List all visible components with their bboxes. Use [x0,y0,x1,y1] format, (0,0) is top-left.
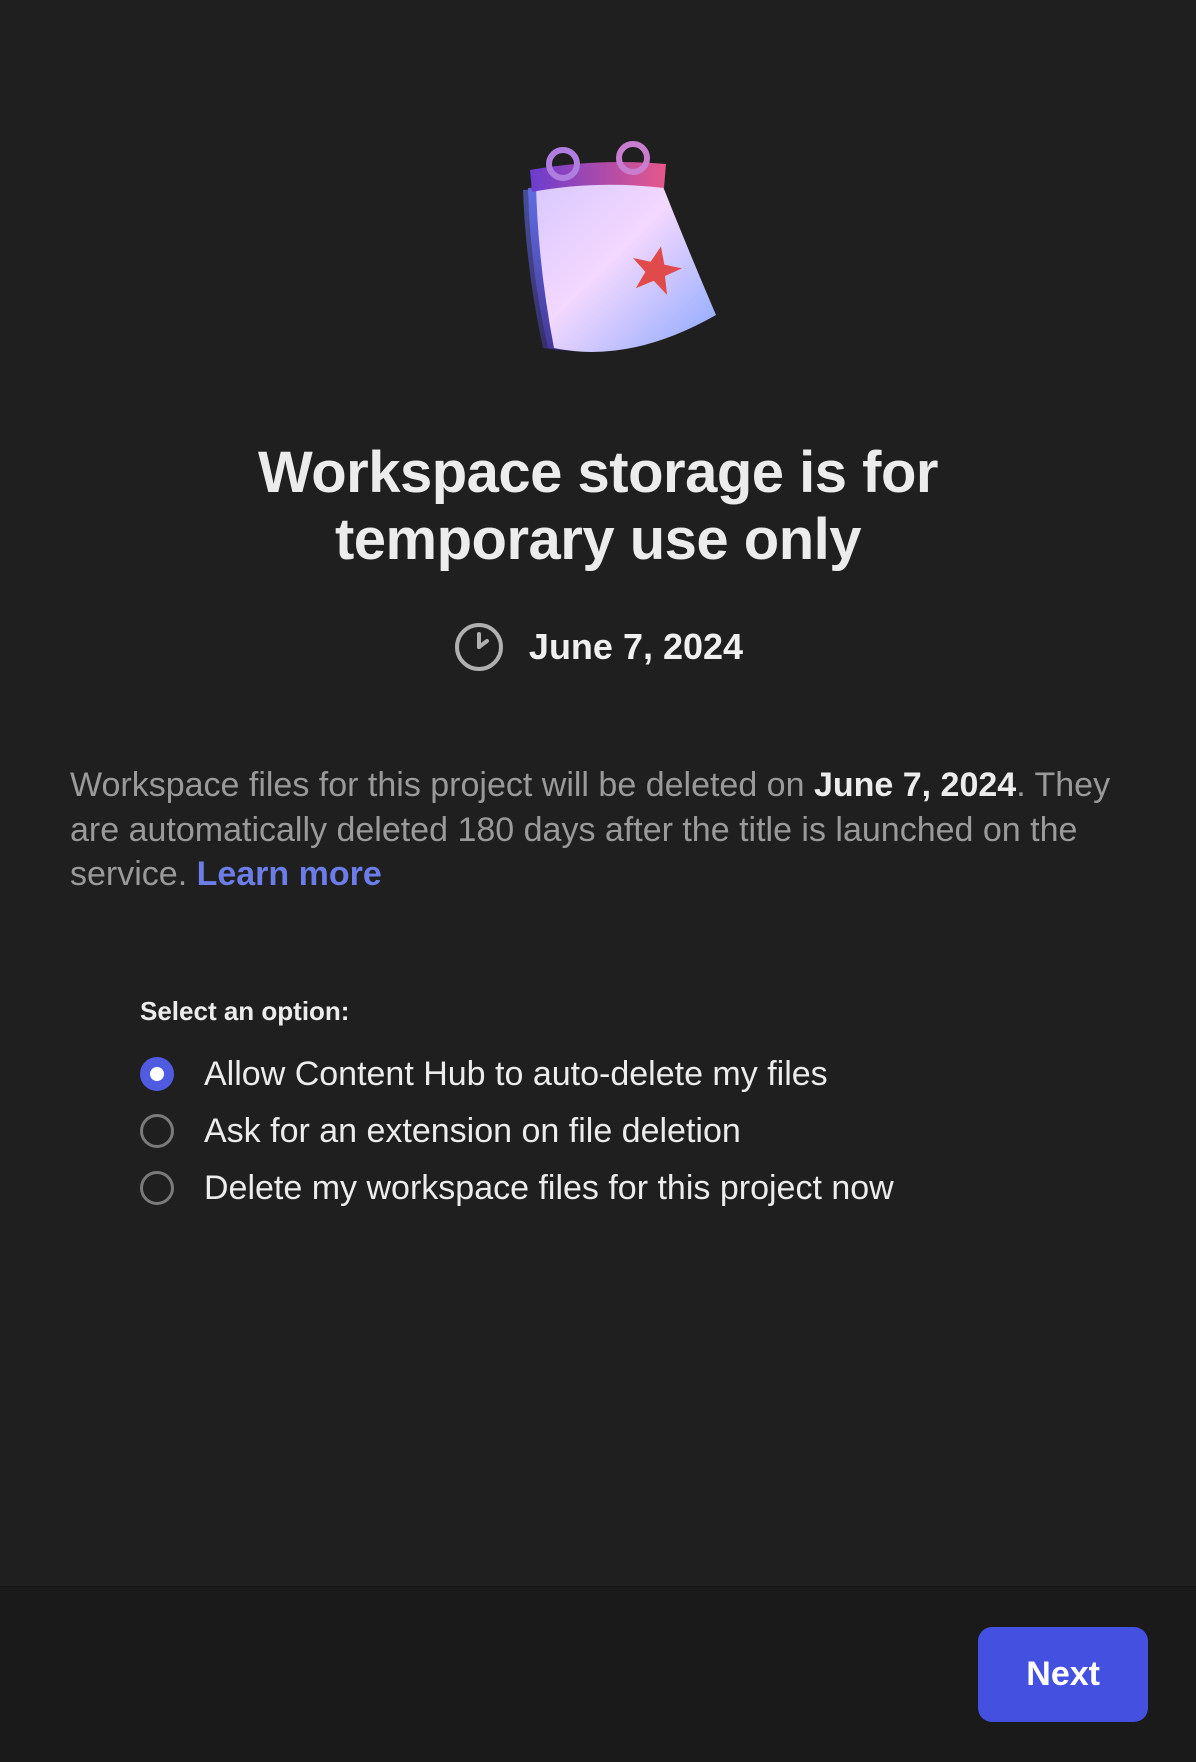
option-auto-delete[interactable]: Allow Content Hub to auto-delete my file… [140,1055,1126,1094]
option-label: Ask for an extension on file deletion [204,1112,741,1151]
learn-more-link[interactable]: Learn more [197,855,382,893]
option-label: Delete my workspace files for this proje… [204,1169,894,1208]
option-label: Allow Content Hub to auto-delete my file… [204,1055,828,1094]
dialog-footer: Next [0,1586,1196,1762]
radio-icon [140,1171,174,1205]
next-button[interactable]: Next [978,1627,1148,1722]
date-row: June 7, 2024 [453,621,743,673]
option-delete-now[interactable]: Delete my workspace files for this proje… [140,1169,1126,1208]
dialog-content: Workspace storage is for temporary use o… [0,0,1196,1586]
dialog-title: Workspace storage is for temporary use o… [148,440,1048,573]
radio-icon [140,1114,174,1148]
calendar-icon [458,120,738,400]
options-group: Select an option: Allow Content Hub to a… [70,996,1126,1226]
date-text: June 7, 2024 [529,626,743,668]
options-label: Select an option: [140,996,1126,1027]
description-prefix: Workspace files for this project will be… [70,766,814,804]
radio-icon [140,1057,174,1091]
option-extension[interactable]: Ask for an extension on file deletion [140,1112,1126,1151]
description-date: June 7, 2024 [814,766,1016,804]
description-text: Workspace files for this project will be… [70,763,1126,896]
clock-icon [453,621,505,673]
